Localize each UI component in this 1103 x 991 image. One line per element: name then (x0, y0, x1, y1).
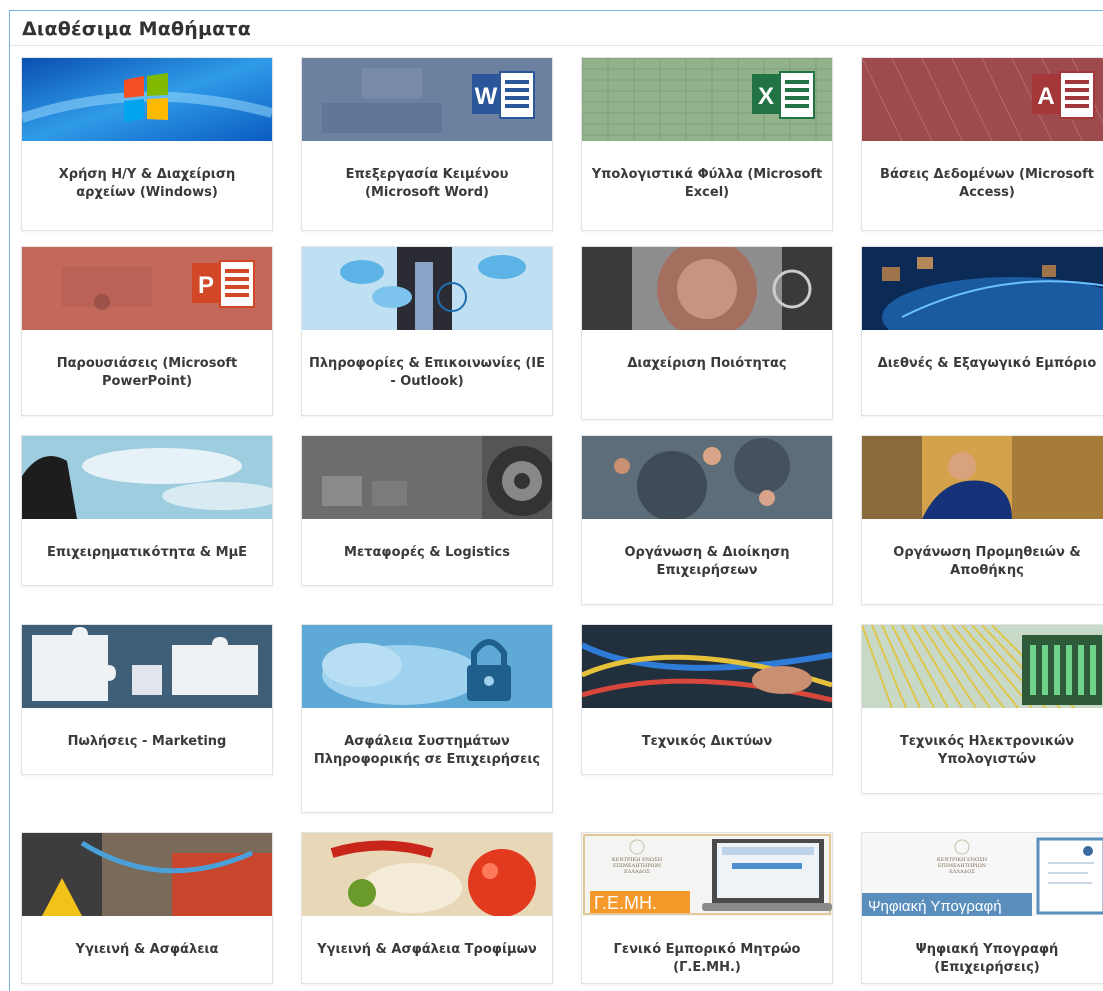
course-card[interactable]: Χρήση Η/Υ & Διαχείριση αρχείων (Windows) (21, 57, 273, 231)
course-title[interactable]: Οργάνωση & Διοίκηση Επιχειρήσεων (588, 544, 826, 580)
course-thumbnail[interactable]: ΚΕΝΤΡΙΚΗ ΕΝΩΣΗ ΕΠΙΜΕΛΗΤΗΡΙΩΝ ΕΛΛΑΔΟΣ Γ.Ε.ΜΗ… (582, 833, 832, 916)
course-card[interactable]: Ασφάλεια Συστημάτων Πληροφορικής σε Επιχ… (301, 624, 553, 813)
course-thumbnail[interactable] (582, 247, 832, 330)
course-card[interactable]: A Βάσεις Δεδομένων (Microsoft Access) (861, 57, 1103, 231)
course-title[interactable]: Οργάνωση Προμηθειών & Αποθήκης (868, 544, 1103, 580)
course-card[interactable]: Πληροφορίες & Επικοινωνίες (IE - Outlook… (301, 246, 553, 416)
signature-label: Ψηφιακή Υπογραφή (868, 898, 1002, 915)
course-thumbnail[interactable]: ΚΕΝΤΡΙΚΗ ΕΝΩΣΗ ΕΠΙΜΕΛΗΤΗΡΙΩΝ ΕΛΛΑΔΟΣ Ψηφιακ… (862, 833, 1103, 916)
course-thumbnail[interactable] (582, 625, 832, 708)
course-thumbnail[interactable] (22, 436, 272, 519)
course-thumbnail[interactable]: P (22, 247, 272, 330)
course-card[interactable]: Διεθνές & Εξαγωγικό Εμπόριο (861, 246, 1103, 416)
logo-text: ΕΛΛΑΔΟΣ (624, 869, 650, 875)
course-title[interactable]: Πωλήσεις - Marketing (28, 733, 266, 751)
course-title[interactable]: Τεχνικός Δικτύων (588, 733, 826, 751)
course-thumbnail[interactable]: X (582, 58, 832, 141)
section-title: Διαθέσιμα Μαθήματα (22, 18, 251, 40)
course-thumbnail[interactable] (22, 833, 272, 916)
course-title[interactable]: Επεξεργασία Κειμένου (Microsoft Word) (308, 166, 546, 202)
course-thumbnail[interactable] (22, 625, 272, 708)
course-card[interactable]: Διαχείριση Ποιότητας (581, 246, 833, 420)
svg-text:A: A (1037, 83, 1054, 110)
course-title[interactable]: Τεχνικός Ηλεκτρονικών Υπολογιστών (868, 733, 1103, 769)
course-thumbnail[interactable]: W (302, 58, 552, 141)
course-title[interactable]: Πληροφορίες & Επικοινωνίες (IE - Outlook… (308, 355, 546, 391)
course-title[interactable]: Ψηφιακή Υπογραφή (Επιχειρήσεις) (868, 941, 1103, 977)
logo-text: ΕΛΛΑΔΟΣ (949, 869, 975, 875)
course-title[interactable]: Διεθνές & Εξαγωγικό Εμπόριο (868, 355, 1103, 373)
course-title[interactable]: Μεταφορές & Logistics (308, 544, 546, 562)
course-title[interactable]: Χρήση Η/Υ & Διαχείριση αρχείων (Windows) (28, 166, 266, 202)
course-card[interactable]: Υγιεινή & Ασφάλεια (21, 832, 273, 984)
course-title[interactable]: Υπολογιστικά Φύλλα (Microsoft Excel) (588, 166, 826, 202)
course-thumbnail[interactable] (862, 436, 1103, 519)
course-title[interactable]: Επιχειρηματικότητα & ΜμΕ (28, 544, 266, 562)
course-card[interactable]: Μεταφορές & Logistics (301, 435, 553, 586)
course-card[interactable]: Οργάνωση Προμηθειών & Αποθήκης (861, 435, 1103, 605)
course-thumbnail[interactable] (582, 436, 832, 519)
course-card[interactable]: Επιχειρηματικότητα & ΜμΕ (21, 435, 273, 586)
course-thumbnail[interactable] (302, 625, 552, 708)
course-card[interactable]: Υγιεινή & Ασφάλεια Τροφίμων (301, 832, 553, 984)
course-card[interactable]: Τεχνικός Ηλεκτρονικών Υπολογιστών (861, 624, 1103, 794)
svg-text:P: P (198, 272, 214, 299)
course-thumbnail[interactable] (862, 625, 1103, 708)
course-title[interactable]: Διαχείριση Ποιότητας (588, 355, 826, 373)
svg-text:W: W (475, 83, 498, 110)
course-thumbnail[interactable] (302, 436, 552, 519)
section-divider (10, 45, 1103, 46)
course-thumbnail[interactable] (302, 833, 552, 916)
course-card[interactable]: P Παρουσιάσεις (Microsoft PowerPoint) (21, 246, 273, 416)
course-title[interactable]: Ασφάλεια Συστημάτων Πληροφορικής σε Επιχ… (308, 733, 546, 769)
course-thumbnail[interactable] (302, 247, 552, 330)
course-card[interactable]: ΚΕΝΤΡΙΚΗ ΕΝΩΣΗ ΕΠΙΜΕΛΗΤΗΡΙΩΝ ΕΛΛΑΔΟΣ Γ.Ε.ΜΗ… (581, 832, 833, 984)
course-thumbnail[interactable]: A (862, 58, 1103, 141)
course-title[interactable]: Παρουσιάσεις (Microsoft PowerPoint) (28, 355, 266, 391)
course-card[interactable]: Πωλήσεις - Marketing (21, 624, 273, 775)
course-card[interactable]: Οργάνωση & Διοίκηση Επιχειρήσεων (581, 435, 833, 605)
course-title[interactable]: Βάσεις Δεδομένων (Microsoft Access) (868, 166, 1103, 202)
course-card[interactable]: ΚΕΝΤΡΙΚΗ ΕΝΩΣΗ ΕΠΙΜΕΛΗΤΗΡΙΩΝ ΕΛΛΑΔΟΣ Ψηφιακ… (861, 832, 1103, 984)
course-card[interactable]: Τεχνικός Δικτύων (581, 624, 833, 775)
course-title[interactable]: Γενικό Εμπορικό Μητρώο (Γ.Ε.ΜΗ.) (588, 941, 826, 977)
svg-text:X: X (758, 83, 774, 110)
course-thumbnail[interactable] (22, 58, 272, 141)
course-title[interactable]: Υγιεινή & Ασφάλεια (28, 941, 266, 959)
course-card[interactable]: X Υπολογιστικά Φύλλα (Microsoft Excel) (581, 57, 833, 231)
course-card[interactable]: W Επεξεργασία Κειμένου (Microsoft Word) (301, 57, 553, 231)
course-thumbnail[interactable] (862, 247, 1103, 330)
course-title[interactable]: Υγιεινή & Ασφάλεια Τροφίμων (308, 941, 546, 959)
gemi-label: Γ.Ε.ΜΗ. (594, 893, 657, 913)
